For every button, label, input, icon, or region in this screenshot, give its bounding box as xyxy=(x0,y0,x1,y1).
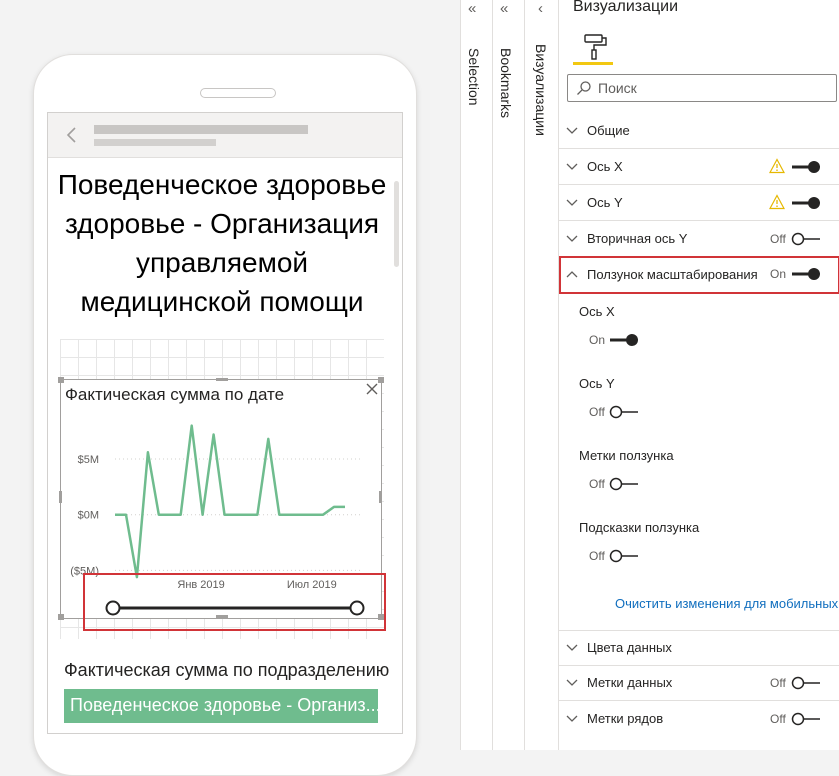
y-tick-label: $0M xyxy=(78,510,99,522)
chevron-down-icon xyxy=(565,675,579,689)
resize-handle-left[interactable] xyxy=(59,491,62,503)
toggle-state-text: Off xyxy=(589,477,605,491)
section-data-labels[interactable]: Метки данных Off xyxy=(559,666,839,701)
zoom-x-axis-label: Ось X xyxy=(579,304,615,319)
slider-labels-toggle[interactable] xyxy=(609,477,639,491)
series-line[interactable] xyxy=(115,424,345,579)
zoom-slider-highlight xyxy=(83,573,386,631)
placeholder-title-bar xyxy=(94,125,308,134)
section-secondary-y-axis[interactable]: Вторичная ось Y Off xyxy=(559,222,839,257)
secondary-y-axis-toggle[interactable] xyxy=(791,232,821,246)
back-arrow-icon[interactable] xyxy=(62,125,82,145)
section-general[interactable]: Общие xyxy=(559,114,839,149)
visualizations-pane: Визуализации Общие Ось X Ось Y Вторичная… xyxy=(558,0,839,750)
chevron-down-icon xyxy=(565,123,579,137)
toggle-state-text: Off xyxy=(770,712,786,726)
collapse-chevron-icon[interactable]: ‹ xyxy=(538,1,543,16)
selection-pane-label[interactable]: Selection xyxy=(466,48,482,106)
expand-chevron-icon[interactable]: « xyxy=(500,1,508,16)
y-tick-label: $5M xyxy=(78,454,99,466)
zoom-x-axis-toggle[interactable] xyxy=(609,333,639,347)
report-title: Поведенческое здоровье здоровье - Органи… xyxy=(57,169,387,317)
slider-tooltips-label: Подсказки ползунка xyxy=(579,520,700,535)
toggle-state-text: On xyxy=(589,333,606,347)
data-labels-toggle[interactable] xyxy=(791,676,821,690)
section-x-axis[interactable]: Ось X xyxy=(559,150,839,185)
warning-icon[interactable] xyxy=(768,158,786,174)
series-labels-toggle[interactable] xyxy=(791,712,821,726)
toggle-state-text: Off xyxy=(770,232,786,246)
search-box[interactable] xyxy=(567,74,837,102)
vertical-scrollbar[interactable] xyxy=(394,181,399,267)
section-data-colors[interactable]: Цвета данных xyxy=(559,630,839,666)
section-label: Цвета данных xyxy=(587,640,672,655)
resize-handle-top-left[interactable] xyxy=(58,377,64,383)
toggle-state-text: Off xyxy=(589,405,605,419)
toggle-state-text: Off xyxy=(770,676,786,690)
zoom-y-axis-label: Ось Y xyxy=(579,376,615,391)
search-input[interactable] xyxy=(598,78,828,98)
format-tab-underline xyxy=(573,62,613,65)
y-axis-toggle[interactable] xyxy=(791,196,821,210)
mobile-app-bar xyxy=(48,113,402,158)
visual2-title: Фактическая сумма по подразделению xyxy=(64,660,390,680)
chevron-down-icon xyxy=(565,231,579,245)
section-label: Ось Y xyxy=(587,195,623,210)
section-label: Вторичная ось Y xyxy=(587,231,688,246)
slider-labels-label: Метки ползунка xyxy=(579,448,674,463)
placeholder-subtitle-bar xyxy=(94,139,216,146)
bookmarks-pane-collapsed[interactable]: « Bookmarks xyxy=(492,0,525,750)
x-axis-toggle[interactable] xyxy=(791,160,821,174)
zoom-slider-section-highlight xyxy=(559,256,839,294)
chevron-down-icon xyxy=(565,159,579,173)
expand-chevron-icon[interactable]: « xyxy=(468,1,476,16)
resize-handle-top-right[interactable] xyxy=(378,377,384,383)
chevron-down-icon xyxy=(565,640,579,654)
phone-screen: Поведенческое здоровье здоровье - Органи… xyxy=(47,112,403,734)
bookmarks-pane-label[interactable]: Bookmarks xyxy=(498,48,514,118)
chevron-down-icon xyxy=(565,195,579,209)
zoom-y-axis-toggle[interactable] xyxy=(609,405,639,419)
section-label: Ось X xyxy=(587,159,623,174)
resize-handle-right[interactable] xyxy=(379,491,382,503)
phone-speaker xyxy=(200,88,276,98)
toggle-state-text: Off xyxy=(589,549,605,563)
warning-icon[interactable] xyxy=(768,194,786,210)
reset-mobile-changes-link[interactable]: Очистить изменения для мобильных xyxy=(615,596,838,611)
chevron-down-icon xyxy=(565,711,579,725)
section-label: Общие xyxy=(587,123,630,138)
table-row[interactable]: Поведенческое здоровье - Организ... xyxy=(64,689,381,723)
resize-handle-top[interactable] xyxy=(216,378,228,381)
resize-handle-bottom-left[interactable] xyxy=(58,614,64,620)
section-label: Метки данных xyxy=(587,675,673,690)
search-icon xyxy=(576,80,592,96)
slider-tooltips-toggle[interactable] xyxy=(609,549,639,563)
paint-roller-icon[interactable] xyxy=(583,32,613,62)
selection-pane-collapsed[interactable]: « Selection xyxy=(460,0,493,750)
viz-pane-strip[interactable]: ‹ Визуализации xyxy=(524,0,559,750)
table-cell: Поведенческое здоровье - Организ... xyxy=(70,695,381,715)
pane-title: Визуализации xyxy=(573,0,679,15)
section-series-labels[interactable]: Метки рядов Off xyxy=(559,702,839,736)
viz-pane-label[interactable]: Визуализации xyxy=(533,44,549,136)
section-y-axis[interactable]: Ось Y xyxy=(559,186,839,221)
section-label: Метки рядов xyxy=(587,711,664,726)
